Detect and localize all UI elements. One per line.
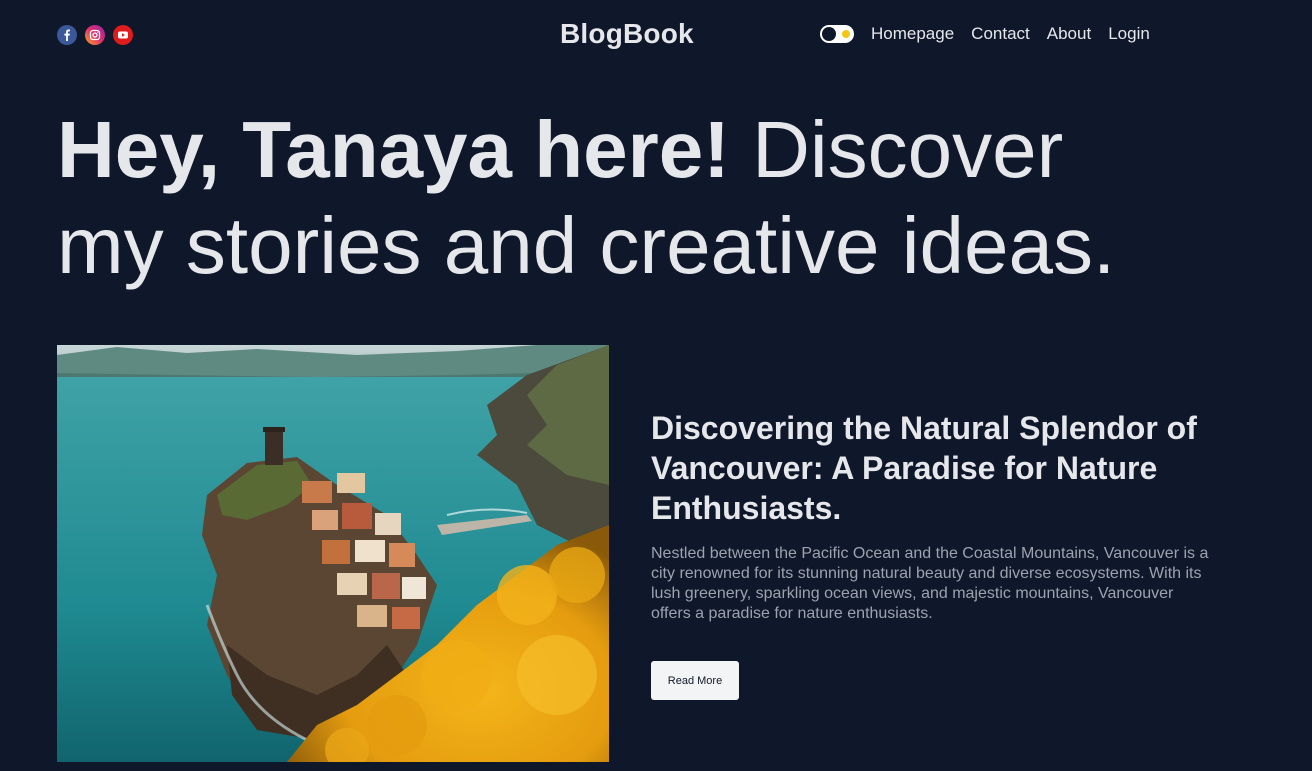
hero-greeting: Hey, Tanaya here! <box>57 105 730 194</box>
nav-login[interactable]: Login <box>1108 24 1150 44</box>
main-nav: Homepage Contact About Login <box>820 24 1167 44</box>
hero-tagline-1: Discover <box>752 105 1064 194</box>
theme-toggle[interactable] <box>820 25 854 43</box>
post-title[interactable]: Discovering the Natural Splendor of Vanc… <box>651 408 1221 528</box>
social-links <box>57 25 133 45</box>
page: BlogBook Homepage Contact About Login He… <box>0 0 1312 771</box>
nav-homepage[interactable]: Homepage <box>871 24 954 44</box>
hero-tagline-2: my stories and creative ideas. <box>57 201 1116 290</box>
instagram-icon[interactable] <box>85 25 105 45</box>
navbar: BlogBook Homepage Contact About Login <box>0 0 1312 70</box>
read-more-button[interactable]: Read More <box>651 661 739 700</box>
sun-icon <box>842 30 850 38</box>
coastal-village-photo <box>57 345 609 762</box>
facebook-icon[interactable] <box>57 25 77 45</box>
hero-heading: Hey, Tanaya here! Discover my stories an… <box>57 102 1257 294</box>
featured-post-image[interactable] <box>57 345 609 762</box>
brand-logo[interactable]: BlogBook <box>560 18 694 50</box>
post-excerpt: Nestled between the Pacific Ocean and th… <box>651 545 1209 622</box>
nav-contact[interactable]: Contact <box>971 24 1030 44</box>
toggle-knob <box>822 27 836 41</box>
nav-about[interactable]: About <box>1047 24 1091 44</box>
youtube-icon[interactable] <box>113 25 133 45</box>
